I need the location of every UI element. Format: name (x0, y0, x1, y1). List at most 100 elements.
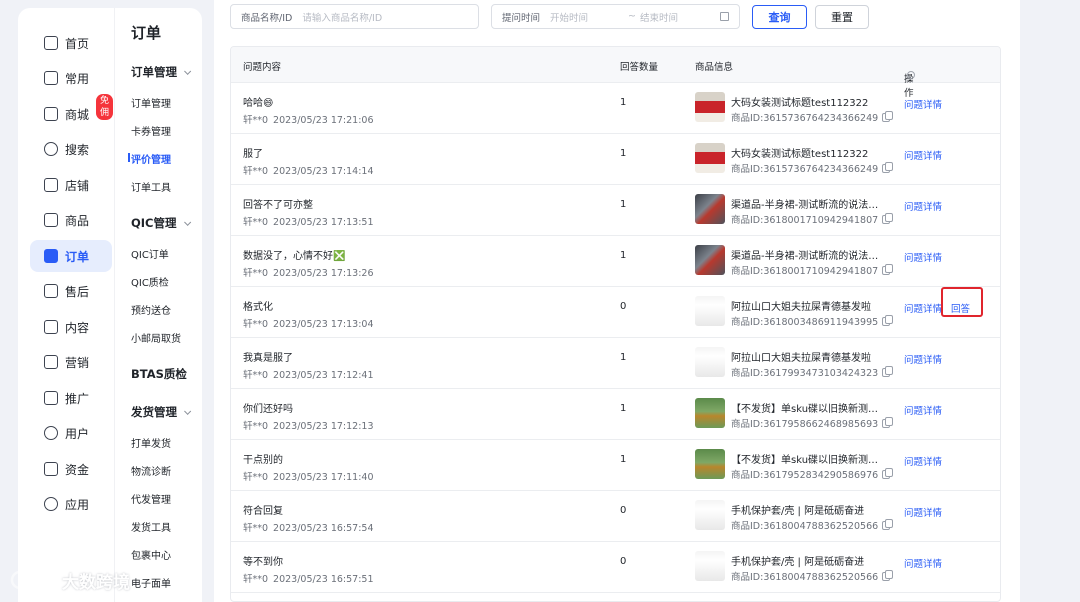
product-id-text: 商品ID:3615736764234366249 (731, 164, 879, 175)
subnav-item-voucher[interactable]: 卡券管理 (131, 123, 171, 138)
product-thumbnail[interactable] (695, 449, 725, 479)
nav-item-content[interactable]: 内容 (30, 311, 112, 343)
subnav-item-review[interactable]: 评价管理 (128, 151, 171, 166)
product-thumbnail[interactable] (695, 347, 725, 377)
nav-item-after-sale[interactable]: 售后 (30, 275, 112, 307)
product-name[interactable]: 大码女装测试标题test112322 (731, 94, 868, 109)
subnav-item-logistics[interactable]: 物流诊断 (131, 463, 171, 478)
question-detail-link[interactable]: 问题详情 (904, 97, 942, 111)
product-name[interactable]: 渠道品-半身裙-测试断流的说法色... (731, 196, 879, 211)
group-label: QIC管理 (131, 216, 177, 230)
answer-count: 1 (620, 454, 627, 465)
copy-icon[interactable] (882, 468, 894, 479)
subnav-item-qic-order[interactable]: QIC订单 (131, 246, 169, 261)
product-thumbnail[interactable] (695, 500, 725, 530)
question-detail-link[interactable]: 问题详情 (904, 454, 942, 468)
subnav-item-order-management[interactable]: 订单管理 (131, 95, 171, 110)
nav-label: 常用 (65, 72, 90, 86)
search-button[interactable]: 查询 (752, 5, 807, 29)
order-icon (44, 249, 58, 263)
start-time-input[interactable]: 开始时间 (550, 10, 588, 24)
copy-icon[interactable] (882, 111, 894, 122)
product-name[interactable]: 渠道品-半身裙-测试断流的说法色... (731, 247, 879, 262)
nav-item-shop[interactable]: 店铺 (30, 169, 112, 201)
subnav-item-qic-inspection[interactable]: QIC质检 (131, 274, 169, 289)
answer-count: 0 (620, 505, 627, 516)
question-detail-link[interactable]: 问题详情 (904, 505, 942, 519)
product-thumbnail[interactable] (695, 92, 725, 122)
nav-label: 营销 (65, 356, 90, 370)
nav-label: 应用 (65, 498, 90, 512)
subnav-item-dropship[interactable]: 代发管理 (131, 491, 171, 506)
nav-label: 售后 (65, 285, 90, 299)
product-name[interactable]: 【不发货】单sku碟以旧换新测试渠... (731, 451, 879, 466)
group-qic[interactable]: QIC管理 (131, 215, 191, 231)
time-range-field[interactable]: 提问时间 开始时间 ~ 结束时间 (491, 4, 740, 29)
question-detail-link[interactable]: 问题详情 (904, 199, 942, 213)
copy-icon[interactable] (882, 366, 894, 377)
nav-item-mall[interactable]: 商城 免佣 (30, 94, 114, 130)
nav-item-user[interactable]: 用户 (30, 417, 112, 449)
product-thumbnail[interactable] (695, 143, 725, 173)
product-search-input[interactable]: 请输入商品名称/ID (302, 10, 382, 24)
question-detail-link[interactable]: 问题详情 (904, 148, 942, 162)
end-time-input[interactable]: 结束时间 (640, 10, 678, 24)
product-name[interactable]: 手机保护套/壳 | 阿是砥砺奋进 (731, 553, 864, 568)
product-thumbnail[interactable] (695, 551, 725, 581)
nav-item-home[interactable]: 首页 (30, 27, 112, 59)
copy-icon[interactable] (882, 213, 894, 224)
question-text: 干点别的 (243, 455, 283, 466)
product-name[interactable]: 手机保护套/壳 | 阿是砥砺奋进 (731, 502, 864, 517)
nav-item-funds[interactable]: 资金 (30, 453, 112, 485)
calendar-icon[interactable] (720, 12, 729, 21)
question-detail-link[interactable]: 问题详情 (904, 301, 942, 315)
product-name[interactable]: 【不发货】单sku碟以旧换新测试渠... (731, 400, 879, 415)
nav-item-apps[interactable]: 应用 (30, 488, 112, 520)
question-meta: 轩**0 2023/05/23 17:21:06 (243, 112, 374, 126)
nav-item-marketing[interactable]: 营销 (30, 346, 112, 378)
nav-item-promote[interactable]: 推广 (30, 382, 112, 414)
copy-icon[interactable] (882, 570, 894, 581)
product-name[interactable]: 大码女装测试标题test112322 (731, 145, 868, 160)
copy-icon[interactable] (882, 162, 894, 173)
nav-label: 内容 (65, 321, 90, 335)
question-detail-link[interactable]: 问题详情 (904, 403, 942, 417)
help-icon[interactable] (907, 71, 915, 79)
subnav-item-ship-tools[interactable]: 发货工具 (131, 519, 171, 534)
subnav-item-package[interactable]: 包裹中心 (131, 547, 171, 562)
answer-link[interactable]: 回答 (951, 301, 970, 315)
col-answer-count: 回答数量 (620, 62, 659, 73)
subnav-item-booking[interactable]: 预约送仓 (131, 302, 171, 317)
product-thumbnail[interactable] (695, 245, 725, 275)
table-row: 等不到你 轩**0 2023/05/23 16:57:51 0 手机保护套/壳 | 阿是… (231, 542, 1000, 593)
product-id-text: 商品ID:3618001710942941807 (731, 215, 879, 226)
question-text: 服了 (243, 149, 263, 160)
copy-icon[interactable] (882, 315, 894, 326)
subnav-item-order-tools[interactable]: 订单工具 (131, 179, 171, 194)
nav-label: 搜索 (65, 143, 90, 157)
product-thumbnail[interactable] (695, 296, 725, 326)
product-name[interactable]: 阿拉山口大姐夫拉屎青德基发啦 (731, 298, 871, 313)
product-name[interactable]: 阿拉山口大姐夫拉屎青德基发啦 (731, 349, 871, 364)
copy-icon[interactable] (882, 417, 894, 428)
table-header: 问题内容 回答数量 商品信息 操作 (231, 47, 1000, 99)
product-thumbnail[interactable] (695, 398, 725, 428)
watermark-text: 大数跨境 (62, 573, 130, 593)
reset-button[interactable]: 重置 (815, 5, 869, 29)
question-detail-link[interactable]: 问题详情 (904, 352, 942, 366)
nav-item-common[interactable]: 常用 (30, 62, 112, 94)
copy-icon[interactable] (882, 519, 894, 530)
nav-item-search[interactable]: 搜索 (30, 133, 112, 165)
product-search-field[interactable]: 商品名称/ID 请输入商品名称/ID (230, 4, 479, 29)
group-order-management[interactable]: 订单管理 (131, 64, 192, 80)
group-shipping[interactable]: 发货管理 (131, 404, 192, 420)
nav-item-product[interactable]: 商品 (30, 204, 112, 236)
question-detail-link[interactable]: 问题详情 (904, 556, 942, 570)
subnav-item-print-ship[interactable]: 打单发货 (131, 435, 171, 450)
product-thumbnail[interactable] (695, 194, 725, 224)
nav-item-order[interactable]: 订单 (30, 240, 112, 272)
copy-icon[interactable] (882, 264, 894, 275)
question-detail-link[interactable]: 问题详情 (904, 250, 942, 264)
group-btas[interactable]: BTAS质检 (131, 366, 187, 382)
subnav-item-post-pickup[interactable]: 小邮局取货 (131, 330, 181, 345)
